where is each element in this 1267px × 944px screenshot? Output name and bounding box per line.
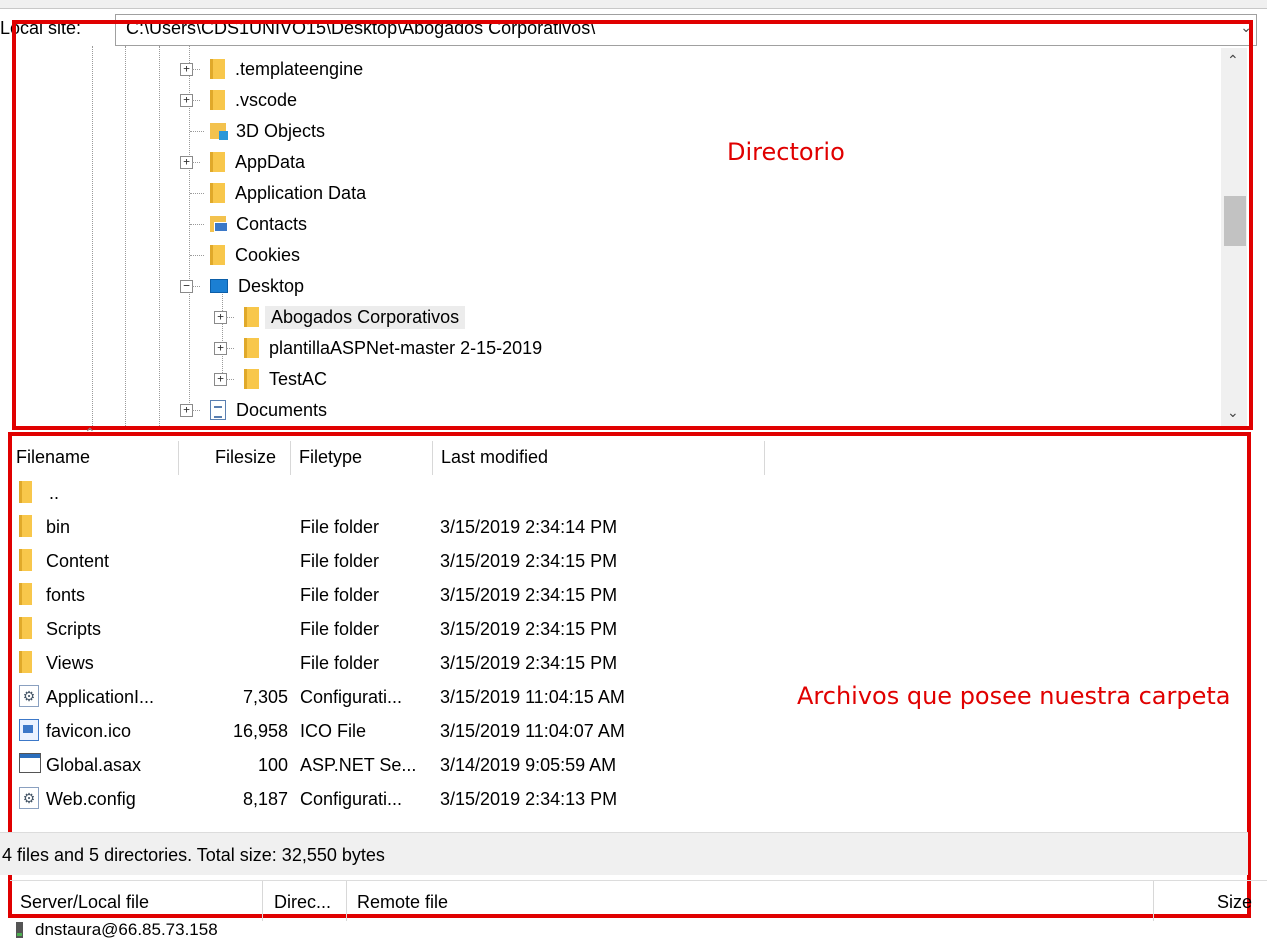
file-row[interactable]: .. [10,477,1230,510]
file-row[interactable]: Global.asax 100 ASP.NET Se... 3/14/2019 … [10,749,1230,782]
server-address: dnstaura@66.85.73.158 [35,920,218,939]
column-divider[interactable] [346,881,347,921]
file-row[interactable]: bin File folder 3/15/2019 2:34:14 PM [10,511,1230,544]
file-name: bin [46,517,71,537]
file-type: File folder [300,551,380,571]
column-divider[interactable] [178,441,179,475]
file-modified: 3/15/2019 11:04:15 AM [440,687,625,707]
file-row[interactable]: ⚙ Web.config 8,187 Configurati... 3/15/2… [10,783,1230,816]
file-size: 8,187 [242,789,288,809]
asax-file-icon [19,753,41,773]
transfer-queue-header: Server/Local file Direc... Remote file S… [10,880,1267,923]
file-list-status-bar: 4 files and 5 directories. Total size: 3… [0,832,1248,875]
top-toolbar-edge [0,0,1267,9]
column-filesize[interactable]: Filesize [215,447,276,468]
column-divider[interactable] [432,441,433,475]
file-modified: 3/15/2019 11:04:07 AM [440,721,625,741]
column-remote-file[interactable]: Remote file [357,892,448,913]
status-text: 4 files and 5 directories. Total size: 3… [2,845,385,865]
file-name: fonts [46,585,86,605]
config-file-icon: ⚙ [19,787,39,809]
file-name: favicon.ico [46,721,132,741]
file-size: 16,958 [232,721,288,741]
directory-annotation-text: Directorio [727,138,845,166]
folder-icon [19,549,32,571]
file-size: 7,305 [242,687,288,707]
file-type: File folder [300,619,380,639]
file-modified: 3/15/2019 2:34:15 PM [440,653,618,673]
file-name: Content [46,551,110,571]
folder-icon [19,481,32,503]
file-row[interactable]: ⚙ ApplicationI... 7,305 Configurati... 3… [10,681,1230,714]
file-name: Web.config [46,789,136,809]
directory-annotation-box [12,20,1253,430]
folder-icon [19,617,32,639]
file-row[interactable]: Scripts File folder 3/15/2019 2:34:15 PM [10,613,1230,646]
file-row[interactable]: Views File folder 3/15/2019 2:34:15 PM [10,647,1230,680]
file-type: ASP.NET Se... [300,755,417,775]
column-divider[interactable] [1153,881,1154,921]
column-last-modified[interactable]: Last modified [441,447,548,468]
file-row[interactable]: Content File folder 3/15/2019 2:34:15 PM [10,545,1230,578]
file-modified: 3/15/2019 2:34:13 PM [440,789,618,809]
file-modified: 3/15/2019 2:34:15 PM [440,551,618,571]
file-type: File folder [300,517,380,537]
server-connection-item[interactable]: dnstaura@66.85.73.158 [16,920,218,940]
file-row[interactable]: fonts File folder 3/15/2019 2:34:15 PM [10,579,1230,612]
file-row[interactable]: favicon.ico 16,958 ICO File 3/15/2019 11… [10,715,1230,748]
column-direction[interactable]: Direc... [274,892,331,913]
column-divider[interactable] [262,881,263,921]
file-name: ApplicationI... [46,687,155,707]
file-size: 100 [257,755,288,775]
file-type: File folder [300,653,380,673]
server-icon [16,922,23,938]
file-modified: 3/15/2019 2:34:14 PM [440,517,618,537]
image-file-icon [19,719,39,741]
column-filename[interactable]: Filename [16,447,90,468]
file-name: .. [49,483,60,503]
file-type: Configurati... [300,789,403,809]
file-type: Configurati... [300,687,403,707]
config-file-icon: ⚙ [19,685,39,707]
column-filetype[interactable]: Filetype [299,447,362,468]
column-size[interactable]: Size [1217,892,1252,913]
file-modified: 3/15/2019 2:34:15 PM [440,619,618,639]
file-name: Scripts [46,619,102,639]
column-divider[interactable] [290,441,291,475]
column-divider[interactable] [764,441,765,475]
folder-icon [19,583,32,605]
folder-icon [19,651,32,673]
file-modified: 3/14/2019 9:05:59 AM [440,755,617,775]
column-server-local-file[interactable]: Server/Local file [20,892,149,913]
file-name: Global.asax [46,755,142,775]
file-modified: 3/15/2019 2:34:15 PM [440,585,618,605]
file-list-header: Filename Filesize Filetype Last modified [10,437,1240,477]
file-type: ICO File [300,721,367,741]
file-type: File folder [300,585,380,605]
file-name: Views [46,653,94,673]
folder-icon [19,515,32,537]
